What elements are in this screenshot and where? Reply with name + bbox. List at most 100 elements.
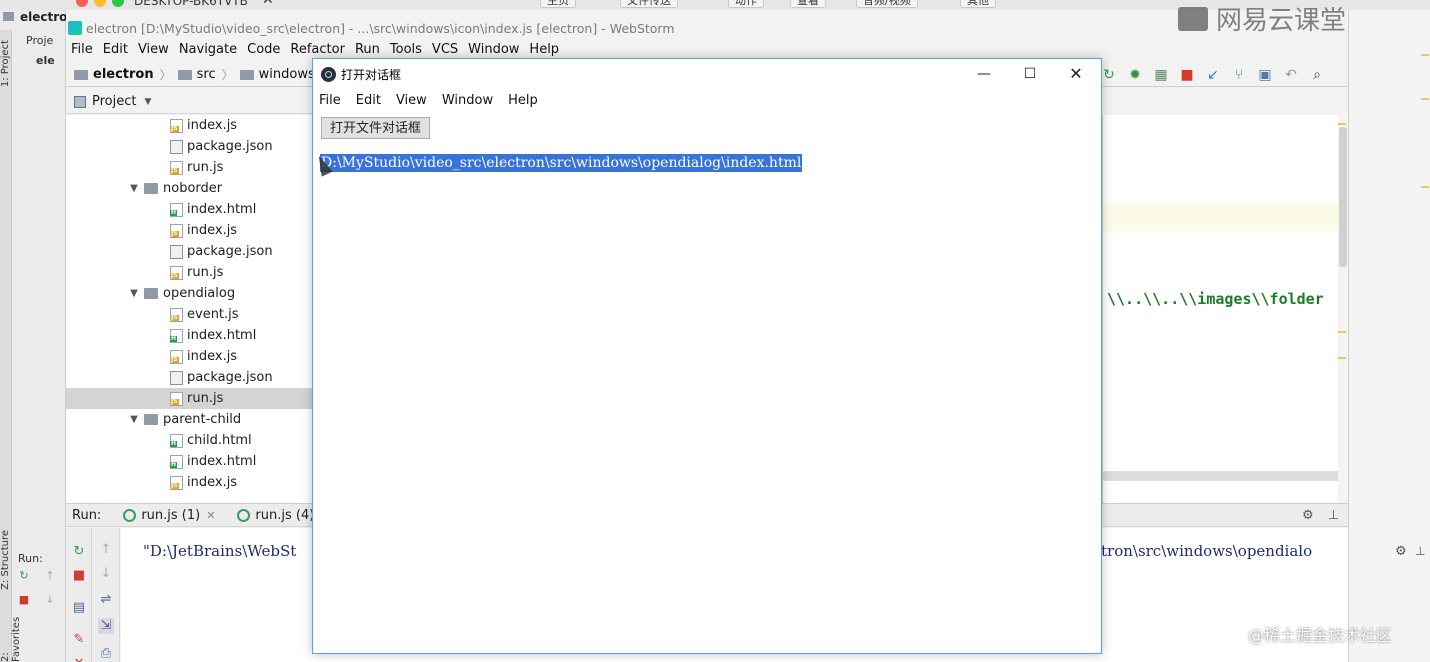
chevron-down-icon[interactable]: ▼ [128, 288, 140, 299]
js-file-icon: JS [170, 160, 183, 175]
menu-view[interactable]: View [138, 42, 169, 62]
coverage-icon[interactable]: ▦ [1152, 66, 1170, 84]
breadcrumb-src[interactable]: src [177, 67, 216, 82]
up-arrow-icon[interactable]: ↑ [44, 570, 56, 582]
dialog-menu-view[interactable]: View [396, 93, 427, 108]
close-icon[interactable]: ✕ [1053, 59, 1099, 89]
host-electron-row[interactable]: ele [36, 54, 55, 67]
up-arrow-icon[interactable]: ↑ [98, 542, 114, 558]
dialog-menu-file[interactable]: File [319, 93, 341, 108]
menu-code[interactable]: Code [247, 42, 280, 62]
remote-av-button[interactable]: 音频/视频 [856, 0, 918, 8]
tree-folder[interactable]: ▼ opendialog [66, 283, 312, 304]
tree-item[interactable]: JS index.js [66, 115, 312, 136]
tool-window-stripe: 1: Project Z: Structure 2: Favorites [0, 30, 22, 662]
warning-marker[interactable] [1338, 331, 1346, 333]
tree-item[interactable]: package.json [66, 367, 312, 388]
tree-item[interactable]: JS index.js [66, 346, 312, 367]
scroll-to-end-icon[interactable]: ⇲ [98, 618, 114, 634]
run-icon[interactable]: ↻ [1100, 66, 1118, 84]
menu-edit[interactable]: Edit [103, 42, 128, 62]
stop-icon[interactable]: ■ [1178, 66, 1196, 84]
stop-icon[interactable]: ■ [18, 594, 30, 606]
tree-item[interactable]: package.json [66, 241, 312, 262]
dialog-title-bar[interactable]: 打开对话框 — ☐ ✕ [313, 59, 1101, 89]
tree-item[interactable]: package.json [66, 136, 312, 157]
layout-icon[interactable]: ▤ [71, 600, 87, 616]
tree-item[interactable]: JS run.js [66, 262, 312, 283]
tree-item[interactable]: JS event.js [66, 304, 312, 325]
chevron-down-icon[interactable]: ▼ [128, 183, 140, 194]
dialog-menu-help[interactable]: Help [508, 93, 538, 108]
window-title: electron [D:\MyStudio\video_src\electron… [86, 21, 675, 36]
html-file-icon: H [170, 328, 183, 343]
vcs-commit-icon[interactable]: ⑂ [1230, 66, 1248, 84]
remote-home-button[interactable]: 主页 [540, 0, 576, 8]
dialog-menu-edit[interactable]: Edit [356, 93, 381, 108]
project-panel-header[interactable]: Project ▼ [66, 90, 312, 114]
debug-bug-icon[interactable]: ✹ [1126, 66, 1144, 84]
stop-icon[interactable]: ■ [71, 568, 87, 584]
pin-icon[interactable]: ✎ [71, 632, 87, 648]
minimize-panel-icon[interactable]: ⊥ [1328, 508, 1339, 523]
mac-minimize-dot[interactable] [94, 0, 106, 7]
down-arrow-icon[interactable]: ↓ [98, 566, 114, 582]
remote-file-transfer-button[interactable]: 文件传送 [620, 0, 678, 8]
rerun-icon[interactable]: ↻ [71, 544, 87, 560]
run-tab-1[interactable]: run.js (1) ✕ [123, 508, 215, 523]
vertical-scrollbar[interactable] [1338, 115, 1348, 503]
project-tool-label[interactable]: 1: Project [0, 40, 11, 87]
close-icon[interactable]: ✕ [206, 509, 215, 522]
warning-marker[interactable] [1338, 123, 1346, 125]
menu-navigate[interactable]: Navigate [179, 42, 237, 62]
gear-icon[interactable]: ⚙ [1302, 508, 1314, 523]
chevron-down-icon[interactable]: ▼ [144, 97, 151, 107]
code-editor[interactable]: \\..\\..\\images\\folder [1102, 115, 1349, 503]
breadcrumb-electron[interactable]: electron [74, 67, 154, 82]
dialog-menu-window[interactable]: Window [442, 93, 493, 108]
close-icon[interactable]: ✕ [71, 656, 87, 662]
vcs-compare-icon[interactable]: ▣ [1256, 66, 1274, 84]
host-project-row[interactable]: Proje [26, 34, 53, 47]
folder-icon [74, 69, 88, 80]
remote-other-button[interactable]: 其他 [960, 0, 996, 8]
js-file-icon: JS [170, 265, 183, 280]
revert-icon[interactable]: ↶ [1282, 66, 1300, 84]
scrollbar-thumb[interactable] [1339, 127, 1347, 267]
tree-item[interactable]: JS run.js [66, 157, 312, 178]
soft-wrap-icon[interactable]: ⇌ [98, 592, 114, 608]
rerun-icon[interactable]: ↻ [18, 570, 30, 582]
selected-file-path[interactable]: D:\MyStudio\video_src\electron\src\windo… [320, 154, 803, 172]
menu-file[interactable]: File [71, 42, 93, 62]
tree-item[interactable]: JS index.js [66, 220, 312, 241]
horizontal-scrollbar[interactable] [1103, 471, 1339, 481]
down-arrow-icon[interactable]: ↓ [44, 594, 56, 606]
gear-icon[interactable]: ⚙ [1395, 544, 1407, 559]
html-file-icon: H [170, 202, 183, 217]
search-icon[interactable]: ⌕ [1308, 66, 1326, 84]
breadcrumb-windows[interactable]: windows [239, 67, 315, 82]
remote-action-button[interactable]: 动作 [728, 0, 764, 8]
minimize-panel-icon[interactable]: ⊥ [1415, 544, 1425, 558]
mac-zoom-dot[interactable] [112, 0, 124, 7]
vcs-update-icon[interactable]: ↙ [1204, 66, 1222, 84]
tree-item[interactable]: Hindex.html [66, 199, 312, 220]
favorites-tool-label[interactable]: 2: Favorites [0, 615, 22, 662]
tree-item[interactable]: Hindex.html [66, 451, 312, 472]
tree-folder[interactable]: ▼ noborder [66, 178, 312, 199]
tree-item[interactable]: Hchild.html [66, 430, 312, 451]
open-file-dialog-button[interactable]: 打开文件对话框 [321, 117, 431, 139]
chevron-down-icon[interactable]: ▼ [128, 414, 140, 425]
remote-view-button[interactable]: 查看 [790, 0, 826, 8]
warning-marker[interactable] [1338, 357, 1346, 359]
structure-tool-label[interactable]: Z: Structure [0, 530, 11, 590]
maximize-icon[interactable]: ☐ [1007, 59, 1053, 89]
tree-folder[interactable]: ▼ parent-child [66, 409, 312, 430]
tree-item-selected[interactable]: JS run.js [66, 388, 312, 409]
tree-item[interactable]: Hindex.html [66, 325, 312, 346]
tree-item[interactable]: JS index.js [66, 472, 312, 493]
print-icon[interactable]: ⎙ [98, 646, 114, 662]
mac-close-dot[interactable] [76, 0, 88, 7]
minimize-icon[interactable]: — [961, 59, 1007, 89]
remote-close-icon[interactable]: ✕ [262, 0, 274, 8]
